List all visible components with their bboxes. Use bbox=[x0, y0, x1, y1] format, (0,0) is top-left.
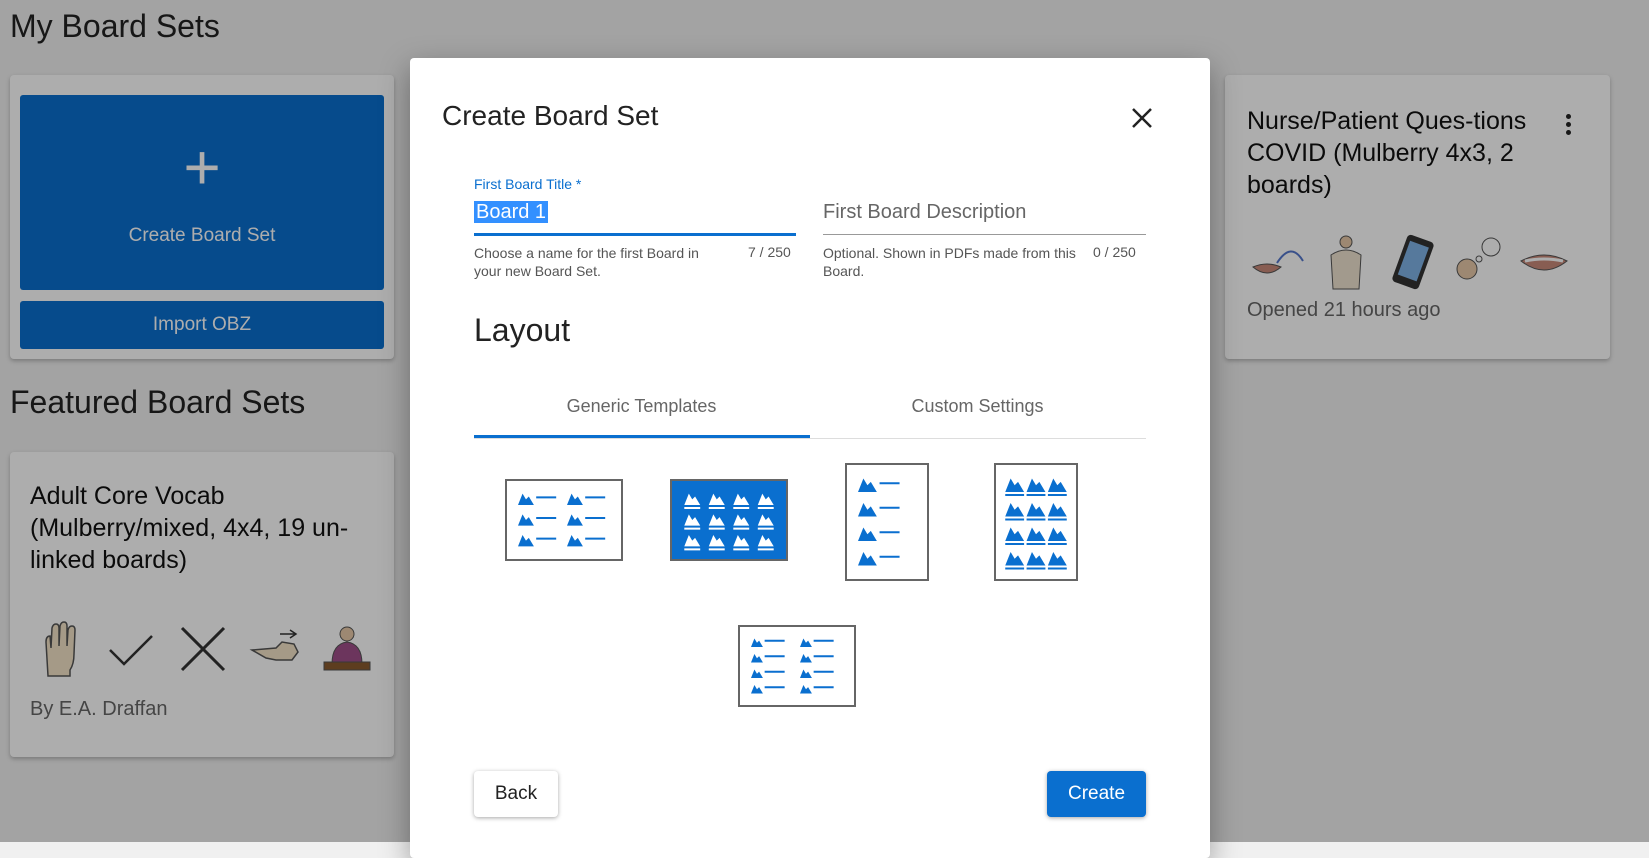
template-portrait-3x4[interactable] bbox=[994, 463, 1078, 581]
back-button[interactable]: Back bbox=[474, 771, 558, 817]
description-counter: 0 / 250 bbox=[1093, 244, 1136, 260]
first-board-title-value: Board 1 bbox=[474, 201, 549, 223]
title-underline bbox=[474, 233, 796, 236]
active-tab-indicator bbox=[474, 435, 810, 438]
description-hint: Optional. Shown in PDFs made from this B… bbox=[823, 245, 1076, 279]
dialog-title: Create Board Set bbox=[442, 100, 659, 131]
first-board-title-input[interactable]: Board 1 bbox=[474, 201, 549, 224]
template-landscape-2x4[interactable] bbox=[738, 625, 856, 707]
create-board-set-dialog: Create Board Set First Board Title * Boa… bbox=[410, 58, 1210, 858]
tab-custom-settings[interactable]: Custom Settings bbox=[810, 396, 1145, 417]
first-board-description-input[interactable]: First Board Description bbox=[823, 201, 1026, 224]
title-counter: 7 / 250 bbox=[748, 244, 791, 260]
layout-heading: Layout bbox=[474, 312, 571, 348]
create-button[interactable]: Create bbox=[1047, 771, 1146, 817]
title-hint: Choose a name for the first Board in you… bbox=[474, 245, 699, 279]
description-underline bbox=[823, 234, 1146, 235]
template-portrait-1x4[interactable] bbox=[845, 463, 929, 581]
template-landscape-2x3[interactable] bbox=[505, 479, 623, 561]
tabs-divider bbox=[474, 438, 1146, 439]
close-icon[interactable] bbox=[1128, 104, 1156, 132]
first-board-title-label: First Board Title * bbox=[474, 176, 582, 192]
tab-generic-templates[interactable]: Generic Templates bbox=[474, 396, 809, 417]
template-landscape-4x3[interactable] bbox=[670, 479, 788, 561]
